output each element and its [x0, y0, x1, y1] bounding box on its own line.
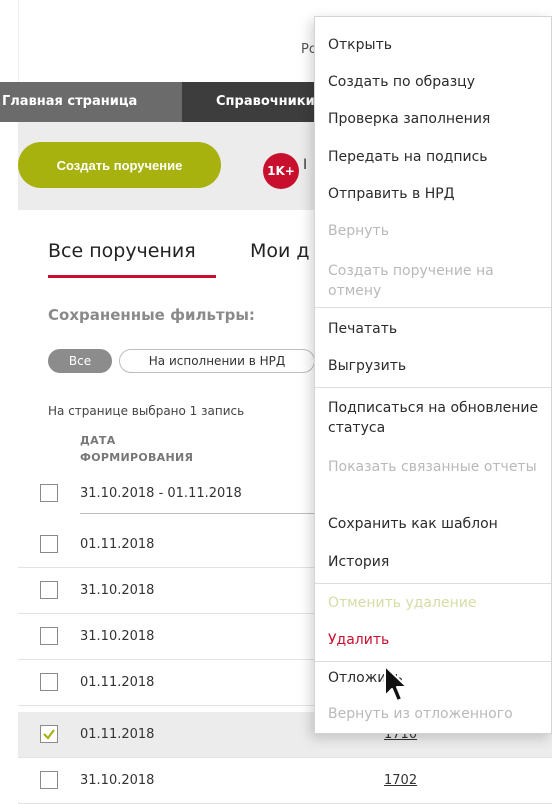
row-date: 01.11.2018 — [80, 675, 155, 690]
active-tab-indicator — [48, 275, 216, 278]
select-all-checkbox[interactable] — [40, 484, 58, 502]
tab-all-orders[interactable]: Все поручения — [48, 240, 196, 262]
screen: Ро Главная страница Справочники Создать … — [0, 0, 552, 804]
row-date: 01.11.2018 — [80, 727, 155, 742]
menu-item-postpone[interactable]: Отложить — [328, 668, 544, 688]
menu-item-subscribe-status[interactable]: Подписаться на обновление статуса — [328, 398, 544, 438]
row-date: 01.11.2018 — [80, 537, 155, 552]
nav-item-home[interactable]: Главная страница — [0, 82, 182, 122]
menu-item-create-from-template[interactable]: Создать по образцу — [328, 72, 544, 92]
date-filter-value[interactable]: 31.10.2018 - 01.11.2018 — [80, 486, 242, 501]
nav-item-references[interactable]: Справочники — [182, 82, 322, 122]
row-date: 31.10.2018 — [80, 583, 155, 598]
menu-item-show-related-reports: Показать связанные отчеты — [328, 459, 537, 475]
menu-item-print[interactable]: Печатать — [328, 319, 544, 339]
tab-my-orders[interactable]: Мои д — [250, 240, 310, 262]
mouse-cursor-icon — [384, 665, 408, 702]
notification-count-badge[interactable]: 1K+ — [263, 153, 299, 189]
row-checkbox[interactable] — [40, 771, 58, 789]
menu-separator — [315, 583, 551, 584]
selection-info: На странице выбрано 1 запись — [48, 404, 245, 418]
menu-item-validate[interactable]: Проверка заполнения — [328, 109, 544, 129]
row-date: 31.10.2018 — [80, 629, 155, 644]
menu-item-return: Вернуть — [328, 223, 389, 239]
notification-label: I — [303, 157, 308, 173]
menu-item-send-to-nrd[interactable]: Отправить в НРД — [328, 184, 544, 204]
check-icon — [43, 729, 55, 740]
row-checkbox-checked[interactable] — [40, 725, 58, 743]
menu-item-send-to-sign[interactable]: Передать на подпись — [328, 147, 544, 167]
column-header-date[interactable]: ДАТА ФОРМИРОВАНИЯ — [80, 432, 220, 466]
row-checkbox[interactable] — [40, 535, 58, 553]
menu-item-history[interactable]: История — [328, 552, 544, 572]
menu-item-delete[interactable]: Удалить — [328, 630, 544, 650]
menu-item-save-as-template[interactable]: Сохранить как шаблон — [328, 514, 544, 534]
row-checkbox[interactable] — [40, 673, 58, 691]
row-number-link[interactable]: 1702 — [384, 773, 417, 788]
menu-item-restore-postponed: Вернуть из отложенного — [328, 706, 513, 722]
create-order-button[interactable]: Создать поручение — [18, 142, 221, 188]
menu-item-create-cancel-order: Создать поручение на отмену — [328, 263, 494, 299]
filter-chip-in-progress-nrd[interactable]: На исполнении в НРД — [119, 349, 315, 373]
filter-chip-all[interactable]: Все — [48, 349, 112, 373]
saved-filters-label: Сохраненные фильтры: — [48, 306, 255, 324]
row-checkbox[interactable] — [40, 581, 58, 599]
menu-separator — [315, 661, 551, 662]
date-filter-underline — [80, 513, 320, 514]
table-row[interactable]: 31.10.2018 1702 — [18, 758, 552, 804]
row-checkbox[interactable] — [40, 627, 58, 645]
menu-item-export[interactable]: Выгрузить — [328, 356, 544, 376]
row-date: 31.10.2018 — [80, 773, 155, 788]
menu-separator — [315, 307, 551, 308]
menu-item-undo-delete: Отменить удаление — [328, 595, 477, 611]
context-menu: Открыть Создать по образцу Проверка запо… — [314, 16, 552, 734]
menu-separator — [315, 387, 551, 388]
menu-item-open[interactable]: Открыть — [328, 35, 544, 55]
